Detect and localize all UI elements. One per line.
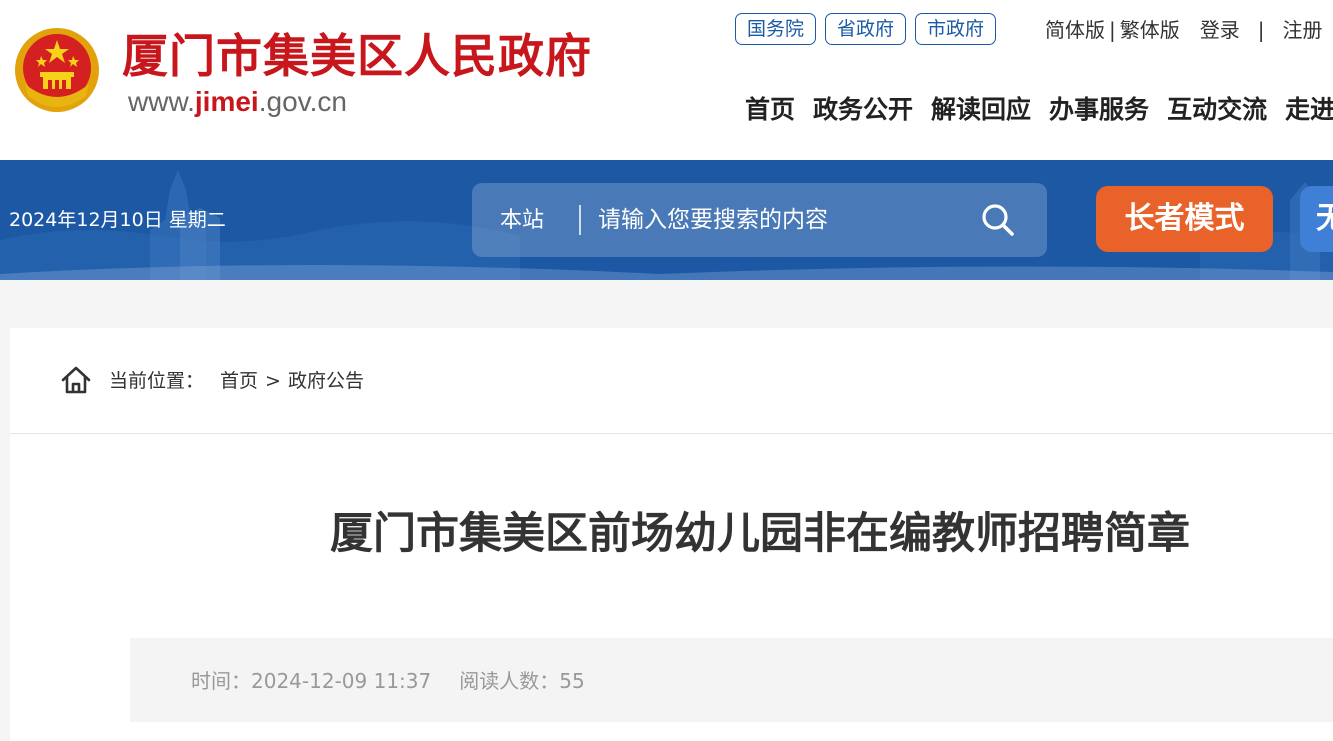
nav-about-jimei[interactable]: 走进集美: [1285, 92, 1333, 128]
breadcrumb-home[interactable]: 首页: [220, 370, 258, 392]
nav-home[interactable]: 首页: [745, 92, 795, 128]
register-link[interactable]: 注册: [1283, 15, 1323, 45]
national-emblem-icon[interactable]: [12, 26, 102, 118]
home-icon[interactable]: [61, 366, 91, 394]
divider: |: [1109, 18, 1116, 42]
publish-time: 2024-12-09 11:37: [251, 669, 432, 693]
simplified-link[interactable]: 简体版: [1045, 15, 1105, 45]
breadcrumb: 当前位置： 首页 > 政府公告: [10, 328, 1333, 434]
nav-interpretation[interactable]: 解读回应: [931, 92, 1031, 128]
article-container: 当前位置： 首页 > 政府公告 厦门市集美区前场幼儿园非在编教师招聘简章 时间：20…: [10, 328, 1333, 741]
article-meta-bar: 时间：2024-12-09 11:37 阅读人数：55: [130, 638, 1333, 722]
site-url-prefix: www.: [128, 86, 195, 117]
search-band: 2024年12月10日 星期二 本站 长者模式 无障碍: [0, 160, 1333, 280]
site-url[interactable]: www.jimei.gov.cn: [128, 86, 347, 118]
site-header: 厦门市集美区人民政府 www.jimei.gov.cn 国务院 省政府 市政府 …: [0, 0, 1333, 160]
elder-mode-button[interactable]: 长者模式: [1096, 186, 1273, 252]
article-title: 厦门市集美区前场幼儿园非在编教师招聘简章: [330, 509, 1190, 559]
time-label: 时间：: [191, 669, 251, 693]
link-provincial-gov[interactable]: 省政府: [825, 13, 907, 45]
link-state-council[interactable]: 国务院: [735, 13, 817, 45]
traditional-link[interactable]: 繁体版: [1120, 15, 1180, 45]
article-meta: 时间：2024-12-09 11:37 阅读人数：55: [191, 668, 585, 694]
divider: |: [1257, 18, 1265, 42]
main-nav: 首页 政务公开 解读回应 办事服务 互动交流 走进集美: [745, 92, 1333, 128]
breadcrumb-gov-notices[interactable]: 政府公告: [288, 370, 364, 392]
search-scope-select[interactable]: 本站: [500, 207, 544, 235]
gov-links: 国务院 省政府 市政府: [735, 13, 997, 45]
site-url-accent: jimei: [194, 86, 259, 117]
top-utility-bar: 简体版 | 繁体版 登录 | 注册: [1045, 15, 1323, 45]
link-city-gov[interactable]: 市政府: [915, 13, 997, 45]
nav-gov-affairs[interactable]: 政务公开: [813, 92, 913, 128]
accessibility-button[interactable]: 无障碍: [1300, 186, 1333, 252]
read-count: 55: [559, 669, 585, 693]
nav-interaction[interactable]: 互动交流: [1167, 92, 1267, 128]
site-url-suffix: .gov.cn: [258, 86, 347, 117]
nav-services[interactable]: 办事服务: [1049, 92, 1149, 128]
login-link[interactable]: 登录: [1200, 15, 1240, 45]
breadcrumb-arrow: >: [265, 370, 281, 392]
search-input[interactable]: [598, 201, 968, 239]
site-name[interactable]: 厦门市集美区人民政府: [122, 26, 592, 86]
search-divider: [579, 205, 581, 235]
reads-label: 阅读人数：: [459, 669, 560, 693]
breadcrumb-trail: 首页 > 政府公告: [220, 368, 364, 394]
search-box: 本站: [472, 183, 1047, 257]
breadcrumb-label: 当前位置：: [109, 370, 205, 392]
current-date: 2024年12月10日 星期二: [9, 209, 226, 231]
search-icon[interactable]: [980, 202, 1016, 238]
